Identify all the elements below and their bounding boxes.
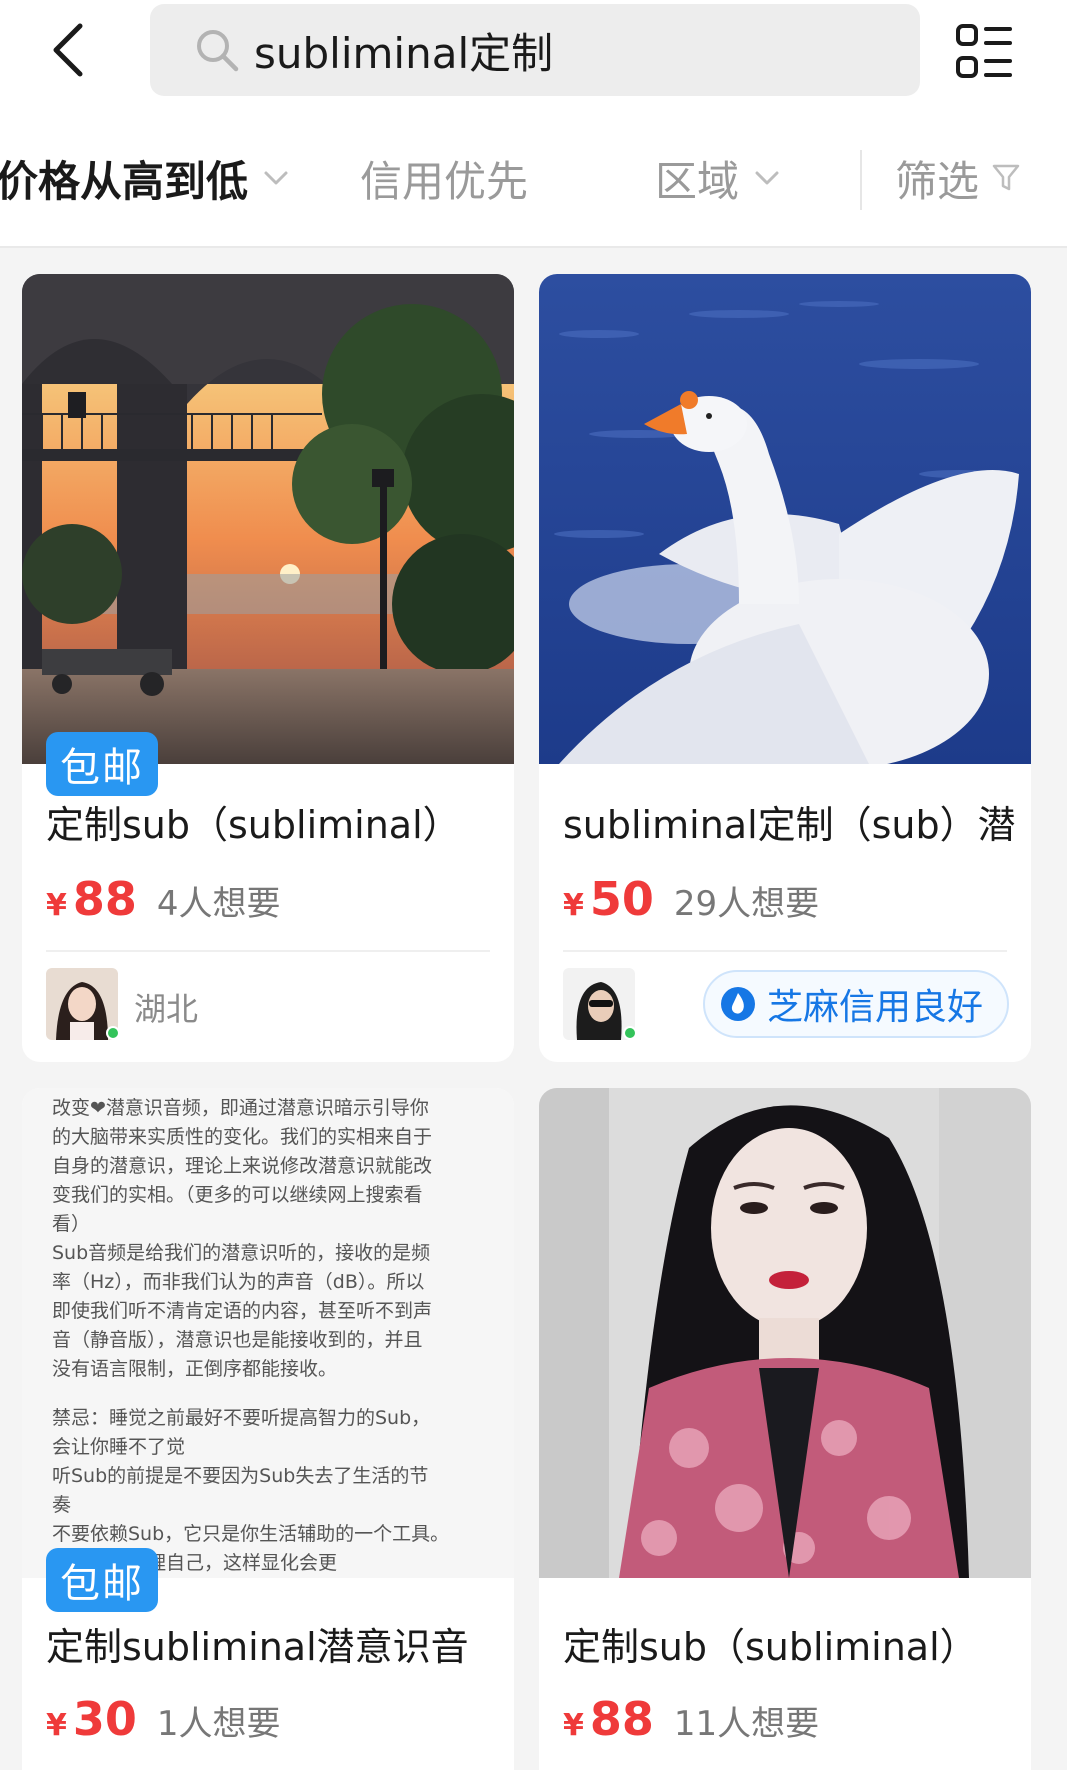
online-status-dot: [623, 1026, 637, 1040]
region-label: 区域: [655, 156, 740, 206]
currency-symbol: ¥: [46, 1708, 67, 1743]
filter-label: 筛选: [895, 156, 980, 206]
image-text-line: 音（静音版），潜意识也是能接收到的，并且: [52, 1329, 423, 1351]
credit-rating-label: 芝麻信用良好: [767, 987, 984, 1028]
sesame-credit-icon: [721, 987, 755, 1021]
image-text-line: 变我们的实相。（更多的可以继续网上搜索看: [52, 1184, 423, 1206]
currency-symbol: ¥: [563, 888, 584, 923]
wants-count: 29人想要: [673, 884, 820, 924]
search-input[interactable]: subliminal定制: [150, 4, 920, 96]
image-text-line: 不要依赖Sub，它只是你生活辅助的一个工具。: [52, 1523, 450, 1545]
product-title: 定制sub（subliminal）: [563, 1625, 978, 1669]
product-card[interactable]: 包邮 定制sub（subliminal） ¥ 88 4人想要 湖北: [22, 274, 514, 1062]
card-divider: [46, 950, 490, 952]
image-text-line: Sub音频是给我们的潜意识听的，接收的是频: [52, 1242, 431, 1264]
image-text-line: 禁忌：睡觉之前最好不要听提高智力的Sub，: [52, 1407, 431, 1429]
seller-row: 芝麻信用良好: [563, 968, 1023, 1044]
product-image-arches-sunset: [22, 274, 514, 764]
search-query: subliminal定制: [254, 28, 554, 78]
image-text-line: 奏: [52, 1494, 72, 1516]
product-price: 88: [589, 1692, 654, 1746]
image-text-line: 看）: [52, 1213, 91, 1235]
currency-symbol: ¥: [563, 1708, 584, 1743]
sort-price-label: 价格从高到低: [0, 156, 249, 206]
card-divider: [563, 950, 1007, 952]
sort-price-desc[interactable]: 价格从高到低: [0, 148, 290, 208]
free-shipping-badge: 包邮: [46, 732, 158, 796]
price-row: ¥ 30 1人想要: [46, 1692, 281, 1756]
sort-credit-label: 信用优先: [360, 156, 529, 206]
product-price: 50: [589, 872, 654, 926]
product-image-portrait: [539, 1088, 1031, 1578]
product-image-goose: [539, 274, 1031, 764]
product-card[interactable]: 定制sub（subliminal） ¥ 88 11人想要: [539, 1088, 1031, 1770]
funnel-icon: [992, 164, 1020, 191]
product-title: 定制subliminal潜意识音: [46, 1625, 469, 1669]
product-image-text-screenshot: 改变❤潜意识音频，即通过潜意识暗示引导你 的大脑带来实质性的变化。我们的实相来自于…: [22, 1088, 514, 1578]
chevron-down-icon: [755, 171, 779, 185]
free-shipping-badge: 包邮: [46, 1548, 158, 1612]
image-text-line: 的大脑带来实质性的变化。我们的实相来自于: [52, 1126, 433, 1148]
product-title: 定制sub（subliminal）: [46, 803, 461, 847]
grid-list-icon: [956, 24, 1012, 78]
image-text-line: 改变❤潜意识音频，即通过潜意识暗示引导你: [52, 1097, 429, 1119]
image-text-line: 率（Hz），而非我们认为的声音（dB）。所以: [52, 1271, 425, 1293]
wants-count: 4人想要: [156, 884, 281, 924]
sort-bar: 价格从高到低 信用优先 区域 筛选: [0, 106, 1067, 248]
image-text-line: 听Sub的前提是不要因为Sub失去了生活的节: [52, 1465, 429, 1487]
image-text-line: 会让你睡不了觉: [52, 1436, 186, 1458]
product-card[interactable]: subliminal定制（sub）潜 ¥ 50 29人想要 芝麻信用良好: [539, 274, 1031, 1062]
image-text-line: 即使我们听不清肯定语的内容，甚至听不到声: [52, 1300, 433, 1322]
search-icon: [197, 30, 239, 72]
price-row: ¥ 88 4人想要: [46, 872, 281, 936]
wants-count: 11人想要: [673, 1704, 820, 1744]
image-text-line: 没有语言限制，正倒序都能接收。: [52, 1358, 338, 1380]
product-price: 88: [72, 872, 137, 926]
back-arrow-icon: [53, 23, 83, 77]
seller-region: 湖北: [134, 990, 199, 1028]
currency-symbol: ¥: [46, 888, 67, 923]
product-title: subliminal定制（sub）潜: [563, 803, 1016, 847]
sort-credit-first[interactable]: 信用优先: [360, 148, 528, 208]
online-status-dot: [106, 1026, 120, 1040]
image-text-line: 自身的潜意识，理论上来说修改潜意识就能改: [52, 1155, 433, 1177]
region-dropdown[interactable]: 区域: [655, 148, 781, 208]
chevron-down-icon: [264, 171, 288, 185]
wants-count: 1人想要: [156, 1704, 281, 1744]
back-button[interactable]: [38, 18, 98, 82]
product-card[interactable]: 改变❤潜意识音频，即通过潜意识暗示引导你 的大脑带来实质性的变化。我们的实相来自于…: [22, 1088, 514, 1770]
layout-toggle-button[interactable]: [952, 20, 1016, 84]
filter-button[interactable]: 筛选: [895, 148, 1021, 208]
credit-rating-badge: 芝麻信用良好: [703, 970, 1009, 1038]
product-price: 30: [72, 1692, 137, 1746]
price-row: ¥ 88 11人想要: [563, 1692, 819, 1756]
price-row: ¥ 50 29人想要: [563, 872, 819, 936]
sort-divider: [860, 150, 862, 210]
seller-row: 湖北: [46, 968, 506, 1044]
top-bar: subliminal定制: [0, 0, 1067, 106]
